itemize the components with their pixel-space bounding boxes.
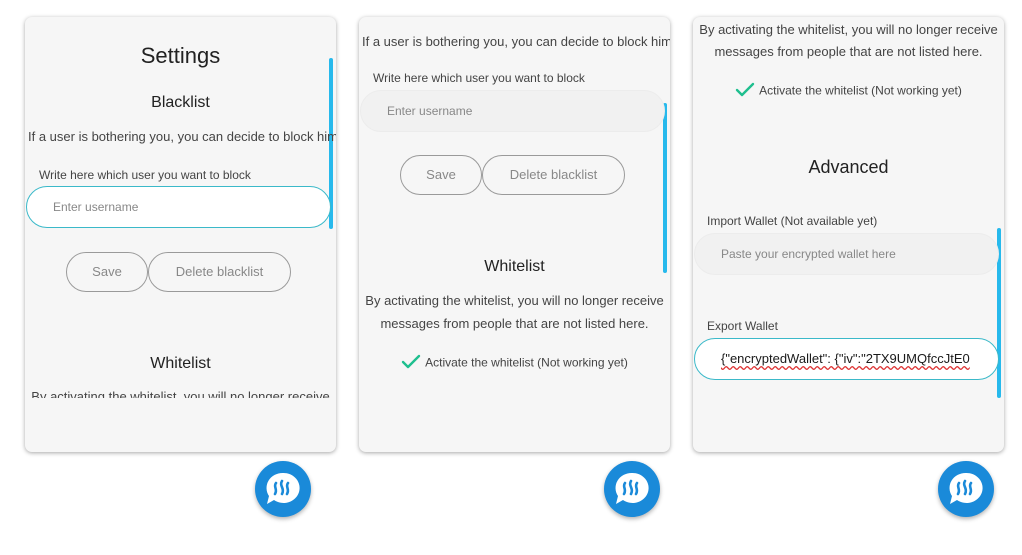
whitelist-checkbox-label: Activate the whitelist (Not working yet)	[759, 83, 962, 98]
steem-chat-icon	[949, 472, 983, 504]
whitelist-description-line1: By activating the whitelist, you will no…	[699, 22, 998, 37]
block-user-label: Write here which user you want to block	[39, 168, 251, 182]
steem-chat-icon	[615, 472, 649, 504]
whitelist-checkbox[interactable]: Activate the whitelist (Not working yet)	[359, 354, 670, 373]
import-wallet-label: Import Wallet (Not available yet)	[707, 214, 878, 228]
username-input[interactable]: Enter username	[26, 186, 331, 228]
blacklist-description: If a user is bothering you, you can deci…	[362, 34, 670, 49]
page-title: Settings	[140, 43, 221, 68]
import-wallet-input[interactable]: Paste your encrypted wallet here	[694, 233, 999, 275]
checkmark-icon	[735, 82, 755, 101]
export-wallet-field[interactable]: {"encryptedWallet": {"iv":"2TX9UMQfccJtE…	[694, 338, 999, 380]
settings-screen-1: Settings Blacklist If a user is botherin…	[25, 17, 336, 452]
save-button[interactable]: Save	[66, 252, 148, 292]
advanced-title: Advanced	[808, 157, 889, 177]
blacklist-description: If a user is bothering you, you can deci…	[28, 129, 336, 144]
export-wallet-label: Export Wallet	[707, 319, 778, 333]
delete-blacklist-button[interactable]: Delete blacklist	[148, 252, 291, 292]
whitelist-description-line1: By activating the whitelist, you will no…	[365, 293, 664, 308]
whitelist-checkbox-label: Activate the whitelist (Not working yet)	[425, 355, 628, 370]
save-button[interactable]: Save	[400, 155, 482, 195]
whitelist-title: Whitelist	[484, 258, 545, 275]
whitelist-description-partial: By activating the whitelist, you will no…	[31, 389, 330, 398]
steem-chat-icon	[266, 472, 300, 504]
scrollbar[interactable]	[663, 103, 667, 273]
username-input[interactable]: Enter username	[360, 90, 665, 132]
whitelist-description-line2: messages from people that are not listed…	[380, 316, 649, 331]
checkmark-icon	[401, 354, 421, 373]
delete-blacklist-button[interactable]: Delete blacklist	[482, 155, 625, 195]
whitelist-description-line2: messages from people that are not listed…	[714, 44, 983, 59]
whitelist-checkbox[interactable]: Activate the whitelist (Not working yet)	[693, 82, 1004, 101]
settings-screen-3: By activating the whitelist, you will no…	[693, 17, 1004, 452]
block-user-label: Write here which user you want to block	[373, 71, 585, 85]
export-wallet-value: {"encryptedWallet": {"iv":"2TX9UMQfccJtE…	[721, 351, 970, 366]
chat-fab-button[interactable]	[938, 461, 994, 517]
whitelist-title: Whitelist	[150, 355, 211, 372]
blacklist-title: Blacklist	[151, 94, 210, 111]
chat-fab-button[interactable]	[604, 461, 660, 517]
chat-fab-button[interactable]	[255, 461, 311, 517]
settings-screen-2: If a user is bothering you, you can deci…	[359, 17, 670, 452]
